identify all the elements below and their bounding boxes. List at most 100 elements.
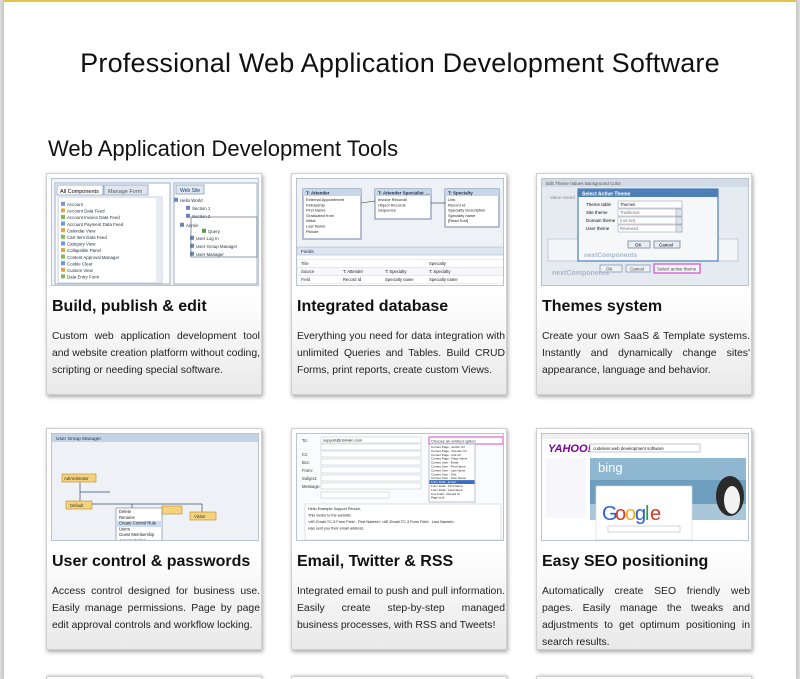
card-email-twitter-rss[interactable]: To: Cc: Bcc: From: Subject: Message: support@d… (291, 428, 507, 650)
thumb-shape (675, 216, 683, 225)
thumb-shape (61, 267, 65, 272)
thumb-text: Cc: (302, 452, 308, 457)
thumbnail-theme-selector: Edit Theme Values Background Color Value… (541, 178, 749, 286)
section-title: Web Application Development Tools (48, 136, 399, 161)
thumb-text: Picture (306, 229, 319, 234)
thumb-text: Domain theme (586, 218, 616, 223)
tab-manage-form: Manage Form (108, 189, 143, 195)
thumbnail-component-manager: All Components Manage Form Account Accoun… (51, 178, 259, 286)
thumb-text: Section 2 (192, 214, 211, 219)
thumb-text: User Manager (196, 252, 224, 257)
thumb-shape (202, 228, 206, 233)
card-easy-seo[interactable]: YAHOO! codeless web development software… (536, 428, 752, 650)
thumb-text: Delete (119, 509, 132, 514)
thumb-text: Title (301, 261, 309, 266)
thumb-text: T: Specialty (385, 269, 407, 274)
thumb-text: e (650, 503, 661, 525)
card-themes-system[interactable]: Edit Theme Values Background Color Value… (536, 173, 752, 395)
thumb-text: Hello World (180, 198, 203, 203)
thumb-shape (190, 251, 194, 256)
card-description: Access control designed for business use… (52, 586, 260, 631)
thumb-shape (61, 234, 65, 239)
card-description: Custom web application development tool … (52, 331, 260, 376)
thumb-text: From: (302, 468, 313, 473)
thumb-text: Message: (302, 484, 320, 489)
thumbnail-search-engines: YAHOO! codeless web development software… (541, 433, 749, 541)
thumb-text: Collapsible Panel (67, 248, 101, 253)
svg-text:Visitor: Visitor (194, 514, 206, 519)
svg-text:Select Active Theme: Select Active Theme (582, 191, 631, 197)
card-user-control[interactable]: User Group Manager Administrator Default… (46, 428, 262, 650)
thumb-shape (320, 491, 390, 499)
svg-text:T: Specialty: T: Specialty (448, 191, 473, 196)
thumb-shape (186, 205, 190, 210)
card-title: Easy SEO positioning (542, 553, 709, 570)
thumb-text: Content Approval Manager (67, 255, 120, 260)
card-title: Email, Twitter & RSS (297, 553, 454, 570)
thumb-text: Account Payment Data Feed (67, 222, 124, 227)
thumb-text: This visitor to the website: (308, 514, 352, 518)
thumb-text: <#E-Email-TC-3 Form Field - First Name#>… (308, 520, 455, 524)
thumb-text: Cookie Clear (67, 261, 93, 266)
thumb-text: Specialty name (448, 213, 476, 218)
card-build-publish-edit[interactable]: All Components Manage Form Account Accoun… (46, 173, 262, 395)
svg-text:Cancel: Cancel (659, 243, 673, 248)
thumb-text: Record Id (448, 202, 465, 207)
thumb-text: Category View (67, 242, 96, 247)
thumb-shape (61, 254, 65, 259)
card-description: Automatically create SEO friendly web pa… (542, 586, 750, 648)
thumb-text: To: (302, 438, 308, 443)
svg-text:Administrator: Administrator (64, 476, 89, 481)
thumb-text: Last Name (306, 224, 326, 229)
svg-text:User Group Manager: User Group Manager (56, 436, 101, 442)
thumb-shape (61, 215, 65, 219)
thumb-shape (61, 228, 65, 233)
thumb-text: External Appointment (306, 197, 345, 202)
thumb-shape (320, 482, 422, 490)
tab-web-site: Web Site (180, 188, 200, 194)
svg-text:nextComponents: nextComponents (584, 252, 637, 259)
thumb-text: Field (301, 277, 311, 282)
thumb-text: Calendar View (67, 228, 96, 233)
thumb-text: Access Codes (119, 538, 146, 541)
thumb-text: l (645, 503, 649, 525)
thumb-text: Guest Membership (119, 532, 155, 537)
thumb-shape (174, 197, 178, 202)
thumb-text: Graduated from (306, 213, 335, 218)
thumb-text: Reviewed (620, 226, 639, 231)
thumb-text: Bcc: (302, 460, 310, 465)
thumb-text: Themes (620, 202, 635, 207)
thumb-text: T: Specialty (429, 269, 451, 274)
thumb-text: Admin (186, 223, 199, 228)
thumb-text: Specialty name (385, 277, 414, 282)
svg-text:bing: bing (598, 460, 623, 475)
svg-text:Choose an embed option: Choose an embed option (431, 438, 476, 443)
thumb-text: Source (301, 269, 315, 274)
card-title: Build, publish & edit (52, 298, 207, 315)
thumb-text: T: Attender (343, 269, 364, 274)
svg-text:T: Attender Specialist_...: T: Attender Specialist_... (378, 191, 430, 196)
svg-text:YAHOO!: YAHOO! (548, 443, 592, 455)
thumb-text: Sequence (378, 208, 397, 213)
thumb-text: Subject: (302, 476, 317, 481)
thumb-shape (61, 274, 65, 279)
thumb-shape (190, 243, 194, 248)
thumb-shape (186, 213, 190, 218)
thumbnail-user-group-manager: User Group Manager Administrator Default… (51, 433, 259, 541)
thumb-text: support@domain.com (323, 437, 363, 442)
thumb-shape (61, 248, 65, 252)
thumb-text: First Name (306, 208, 326, 213)
thumb-shape (297, 259, 503, 268)
thumb-shape (180, 222, 184, 227)
svg-text:Fields: Fields (301, 249, 314, 255)
thumb-shape (61, 241, 65, 246)
svg-text:OK: OK (635, 243, 642, 248)
thumb-shape (320, 474, 422, 482)
thumb-text: Traditional (620, 210, 639, 215)
thumb-text: User Group Manager (196, 244, 238, 249)
svg-text:OK: OK (606, 267, 613, 272)
thumb-text: Site theme (586, 210, 608, 215)
card-integrated-database[interactable]: T: Attender External Appointment Fellowsh… (291, 173, 507, 395)
thumb-text: Query (208, 229, 221, 234)
thumb-shape (675, 208, 683, 217)
